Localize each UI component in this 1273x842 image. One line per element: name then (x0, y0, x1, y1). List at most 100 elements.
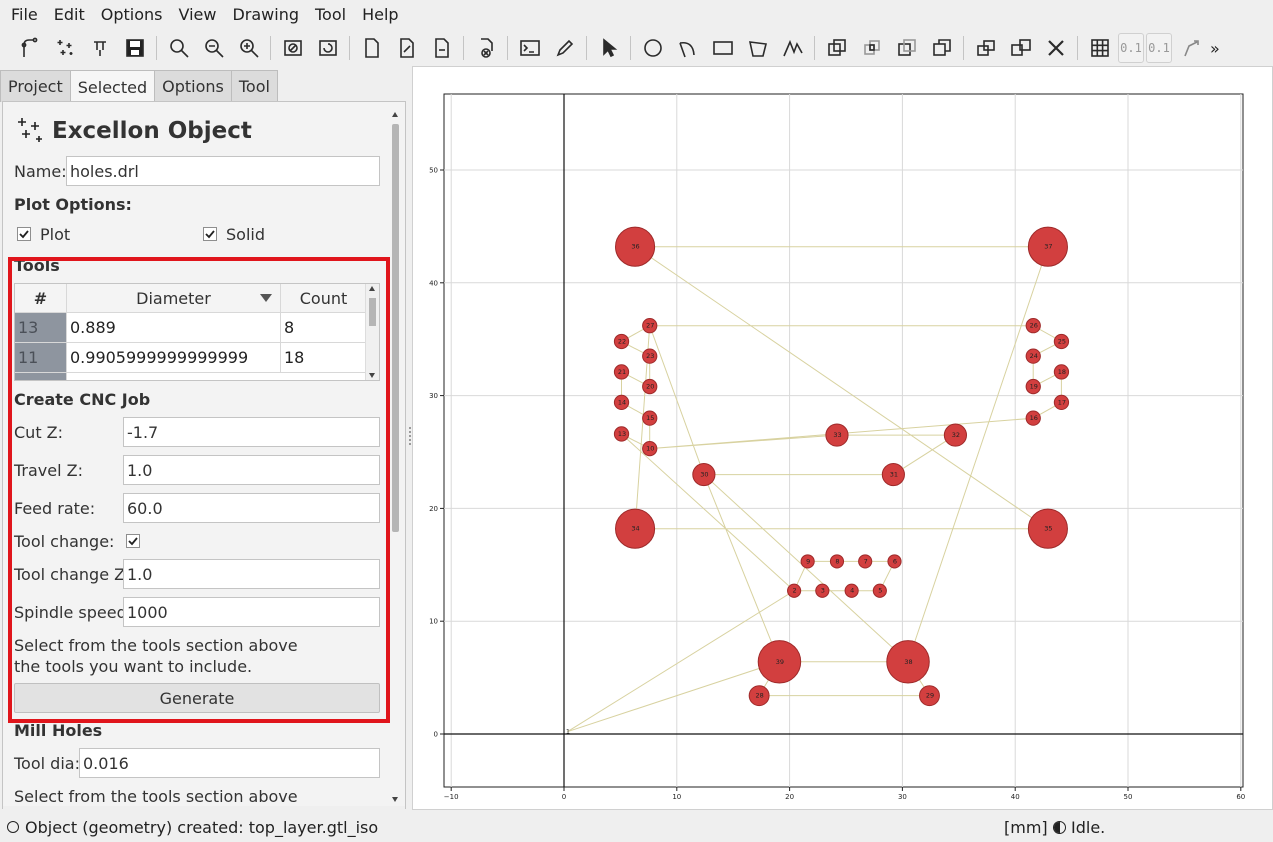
y-tick-label: 40 (429, 279, 438, 287)
menu-help[interactable]: Help (354, 5, 406, 24)
y-tick-label: 0 (434, 731, 438, 739)
mill-hint: Select from the tools section above (14, 787, 298, 806)
zoom-in-button[interactable] (234, 33, 264, 63)
hole-label: 33 (833, 431, 841, 439)
y-tick-label: 30 (429, 392, 438, 400)
cut-path-button[interactable] (927, 33, 957, 63)
scrollbar-thumb[interactable] (392, 124, 399, 532)
menu-drawing[interactable]: Drawing (224, 5, 307, 24)
solid-checkbox[interactable] (203, 227, 217, 241)
zoom-fit-button[interactable] (164, 33, 194, 63)
tool-dia-label: Tool dia: (14, 754, 80, 773)
open-gcode-button[interactable] (85, 33, 115, 63)
measure-button[interactable] (550, 33, 580, 63)
hole-label: 37 (1044, 243, 1052, 251)
delete-shape-button[interactable] (1041, 33, 1071, 63)
rectangle-tool-button[interactable] (708, 33, 738, 63)
excellon-icon (18, 118, 42, 142)
subtract-button[interactable] (892, 33, 922, 63)
status-circle-icon (7, 821, 19, 833)
move-icon (1010, 39, 1031, 56)
toolbar-separator (507, 36, 508, 60)
toolbar-separator (814, 36, 815, 60)
menu-view[interactable]: View (171, 5, 225, 24)
polygon-tool-button[interactable] (743, 33, 773, 63)
edit-file-icon (399, 38, 414, 58)
open-gerber-button[interactable] (15, 33, 45, 63)
status-bar: Object (geometry) created: top_layer.gtl… (0, 812, 1273, 842)
toolbar-separator (156, 36, 157, 60)
hole-label: 36 (631, 243, 639, 251)
x-tick-label: 40 (1011, 793, 1020, 801)
hole-label: 30 (700, 471, 708, 479)
toolbar-overflow-icon[interactable]: » (1210, 39, 1220, 58)
save-button[interactable] (120, 33, 150, 63)
hole-label: 19 (1030, 383, 1038, 391)
toolbar-separator (963, 36, 964, 60)
tab-project[interactable]: Project (0, 70, 71, 102)
path-icon (782, 39, 803, 57)
circle-tool-button[interactable] (638, 33, 668, 63)
hole-label: 9 (806, 557, 810, 565)
toolbar-separator (270, 36, 271, 60)
scroll-down-icon[interactable] (392, 797, 398, 802)
hole-label: 32 (952, 431, 960, 439)
tool-dia-input[interactable]: 0.016 (79, 748, 380, 778)
shell-button[interactable] (515, 33, 545, 63)
path-tool-button[interactable] (778, 33, 808, 63)
zoom-fit-icon (169, 39, 189, 58)
toolbar-separator (463, 36, 464, 60)
x-tick-label: 60 (1236, 793, 1245, 801)
menu-edit[interactable]: Edit (46, 5, 93, 24)
tab-tool[interactable]: Tool (230, 70, 278, 102)
edit-geometry-button[interactable] (392, 33, 422, 63)
drill-dots-icon (57, 40, 72, 55)
hole-label: 7 (864, 557, 868, 565)
plot-svg[interactable]: −10 0 10 20 30 40 50 600102030405012 3 4 567891013… (413, 67, 1272, 809)
hole-label: 20 (646, 383, 654, 391)
copy-shape-button[interactable] (971, 33, 1001, 63)
corner-snap-button[interactable] (1176, 33, 1206, 63)
menu-tool[interactable]: Tool (307, 5, 354, 24)
name-input[interactable]: holes.drl (66, 156, 380, 186)
grid-x-input[interactable]: 0.1 (1118, 33, 1144, 63)
scroll-up-icon[interactable] (392, 112, 398, 117)
hole-label: 21 (618, 368, 626, 376)
clear-plot-button[interactable] (278, 33, 308, 63)
arc-icon (678, 41, 695, 58)
hole-label: 3 (821, 587, 825, 595)
panel-scrollbar[interactable] (391, 110, 400, 804)
intersection-button[interactable] (857, 33, 887, 63)
menu-file[interactable]: File (3, 5, 46, 24)
plot-canvas[interactable]: −10 0 10 20 30 40 50 60 0 10 20 30 40 50 1 2 3 4 5 6 7 8 9 10 13… (412, 66, 1273, 810)
replot-button[interactable] (313, 33, 343, 63)
hole-label: 6 (893, 557, 897, 565)
hole-label: 2 (793, 587, 797, 595)
x-tick-label: 10 (672, 793, 681, 801)
hole-label: 10 (646, 445, 654, 453)
tab-selected[interactable]: Selected (69, 70, 156, 103)
new-geometry-button[interactable] (357, 33, 387, 63)
select-tool-button[interactable] (594, 33, 624, 63)
tab-options[interactable]: Options (154, 70, 232, 102)
grid-snap-button[interactable] (1085, 33, 1115, 63)
clear-plot-icon (283, 40, 302, 56)
plot-checkbox[interactable] (17, 227, 31, 241)
menu-options[interactable]: Options (93, 5, 171, 24)
polygon-icon (748, 41, 767, 57)
delete-object-button[interactable] (471, 33, 501, 63)
zoom-out-button[interactable] (199, 33, 229, 63)
arc-tool-button[interactable] (673, 33, 703, 63)
open-excellon-button[interactable] (50, 33, 80, 63)
rectangle-icon (712, 41, 733, 55)
hole-label: 13 (618, 430, 626, 438)
update-geometry-button[interactable] (427, 33, 457, 63)
plot-label: Plot (40, 225, 71, 244)
circle-icon (643, 39, 662, 57)
move-shape-button[interactable] (1006, 33, 1036, 63)
grid-icon (1090, 39, 1109, 57)
union-button[interactable] (822, 33, 852, 63)
pointer-icon (602, 38, 617, 58)
terminal-icon (519, 40, 540, 56)
grid-y-input[interactable]: 0.1 (1146, 33, 1172, 63)
